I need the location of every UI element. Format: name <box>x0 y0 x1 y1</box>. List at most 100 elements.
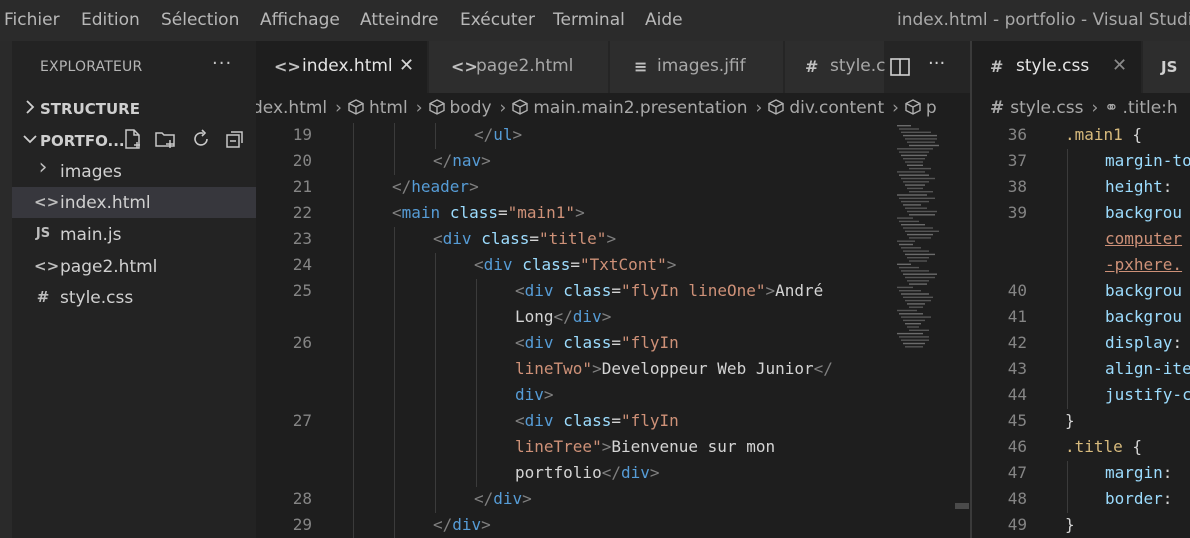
section-structure[interactable]: STRUCTURE <box>12 95 256 123</box>
breadcrumb-item[interactable]: div.content <box>768 98 884 118</box>
code-token: > <box>601 307 612 326</box>
line-number: 19 <box>292 125 312 144</box>
minimap[interactable] <box>893 123 955 353</box>
split-editor-icon[interactable] <box>889 56 911 78</box>
breadcrumb-label: style.css <box>1010 98 1084 118</box>
new-file-icon[interactable] <box>122 128 144 150</box>
new-folder-icon[interactable] <box>154 128 176 150</box>
breadcrumb-label: main.main2.presentation <box>533 98 748 118</box>
minimap-line <box>901 224 925 226</box>
code-line: </ul> <box>474 125 522 144</box>
line-number: 23 <box>292 229 312 248</box>
menu-atteindre[interactable]: Atteindre <box>360 10 438 30</box>
code-token: = <box>611 281 621 300</box>
code-line: display: <box>1105 333 1182 352</box>
minimap-line <box>909 191 933 193</box>
tab-style-c[interactable]: # style.c <box>785 41 886 93</box>
minimap-line <box>899 151 929 153</box>
indent-guide <box>476 435 477 461</box>
menu-aide[interactable]: Aide <box>645 10 683 30</box>
code-line: lineTree">Bienvenue sur mon <box>515 437 775 456</box>
indent-guide <box>1067 149 1068 175</box>
indent-guide <box>353 201 354 227</box>
code-token: > <box>481 151 491 170</box>
menu-fichier[interactable]: Fichier <box>4 10 60 30</box>
tree-item-index-html[interactable]: <> index.html <box>12 187 256 218</box>
indent-guide <box>1067 201 1068 227</box>
close-tab-icon[interactable]: ✕ <box>399 55 414 76</box>
minimap-line <box>897 171 925 173</box>
breadcrumb-label: body <box>449 98 492 118</box>
minimap-line <box>909 260 927 262</box>
tree-item-main-js[interactable]: JS main.js <box>12 219 256 250</box>
tab-index-html[interactable]: <> index.html ✕ <box>256 41 428 93</box>
breadcrumb-item[interactable]: body <box>428 98 492 118</box>
refresh-icon[interactable] <box>190 128 212 150</box>
code-token: = <box>570 255 580 274</box>
minimap-line <box>905 346 923 348</box>
code-token: align-ite <box>1105 359 1190 378</box>
indent-guide <box>394 279 395 305</box>
minimap-line <box>903 204 921 206</box>
menu-affichage[interactable]: Affichage <box>260 10 340 30</box>
tab-style-css[interactable]: # style.css ✕ <box>972 41 1142 93</box>
close-tab-icon[interactable]: ✕ <box>1112 55 1127 76</box>
section-project[interactable]: PORTFO... <box>12 127 256 155</box>
tab-label: page2.html <box>476 56 574 76</box>
line-number: 20 <box>292 151 312 170</box>
tab-js[interactable]: JS <box>1143 41 1190 93</box>
breadcrumb-item[interactable]: # style.css <box>990 98 1083 118</box>
code-token: header <box>411 177 470 196</box>
code-token: < <box>474 255 484 274</box>
breadcrumb-item[interactable]: ⚭ .title:h <box>1104 98 1177 118</box>
menu-executer[interactable]: Exécuter <box>460 10 535 30</box>
indent-guide <box>435 461 436 487</box>
css-file-icon: # <box>990 98 1005 118</box>
code-token: Long <box>515 307 554 326</box>
breadcrumb-label: dex.html <box>256 98 328 118</box>
code-line: backgrou <box>1105 203 1182 222</box>
code-token: "title" <box>539 229 607 248</box>
collapse-all-icon[interactable] <box>224 128 246 150</box>
tree-item-style-css[interactable]: # style.css <box>12 282 256 313</box>
breadcrumb-item[interactable]: p <box>905 98 937 118</box>
minimap-line <box>903 227 933 229</box>
menu-edition[interactable]: Edition <box>81 10 140 30</box>
code-token: > <box>666 255 677 274</box>
minimap-line <box>903 181 929 183</box>
code-token: > <box>765 281 776 300</box>
breadcrumb-item[interactable]: html <box>348 98 408 118</box>
line-number: 37 <box>1007 151 1027 170</box>
symbol-element-icon <box>512 99 529 115</box>
code-token: > <box>543 385 554 404</box>
indent-guide <box>353 357 354 383</box>
scrollbar-thumb[interactable] <box>955 503 969 509</box>
breadcrumb-item[interactable]: main.main2.presentation <box>512 98 748 118</box>
vertical-scrollbar[interactable] <box>955 123 969 538</box>
menu-selection[interactable]: Sélection <box>161 10 239 30</box>
line-number: 43 <box>1007 359 1027 378</box>
indent-guide <box>353 279 354 305</box>
tree-item-images[interactable]: › images <box>12 156 256 187</box>
editor-more-actions-icon[interactable]: ··· <box>928 53 945 74</box>
menu-terminal[interactable]: Terminal <box>553 10 625 30</box>
code-token: "flyIn <box>621 333 679 352</box>
tab-page2-html[interactable]: <> page2.html <box>429 41 609 93</box>
breadcrumb-item[interactable]: dex.html <box>256 98 327 118</box>
line-number: 38 <box>1007 177 1027 196</box>
code-line: .main1 { <box>1065 125 1142 144</box>
tab-images-jfif[interactable]: ≡ images.jfif <box>610 41 784 93</box>
line-number: 27 <box>292 411 312 430</box>
chevron-right-icon <box>26 100 35 114</box>
tree-item-page2-html[interactable]: <> page2.html <box>12 251 256 282</box>
explorer-more-actions-icon[interactable]: ··· <box>212 53 232 74</box>
minimap-line <box>909 167 931 170</box>
code-line: lineTwo">Developpeur Web Junior</ <box>515 359 833 378</box>
code-line: portfolio</div> <box>515 463 660 482</box>
breadcrumb-label: div.content <box>789 98 885 118</box>
indent-guide <box>394 357 395 383</box>
minimap-line <box>899 243 913 246</box>
code-token: lineTwo" <box>515 359 593 378</box>
code-token: margin <box>1105 463 1163 482</box>
